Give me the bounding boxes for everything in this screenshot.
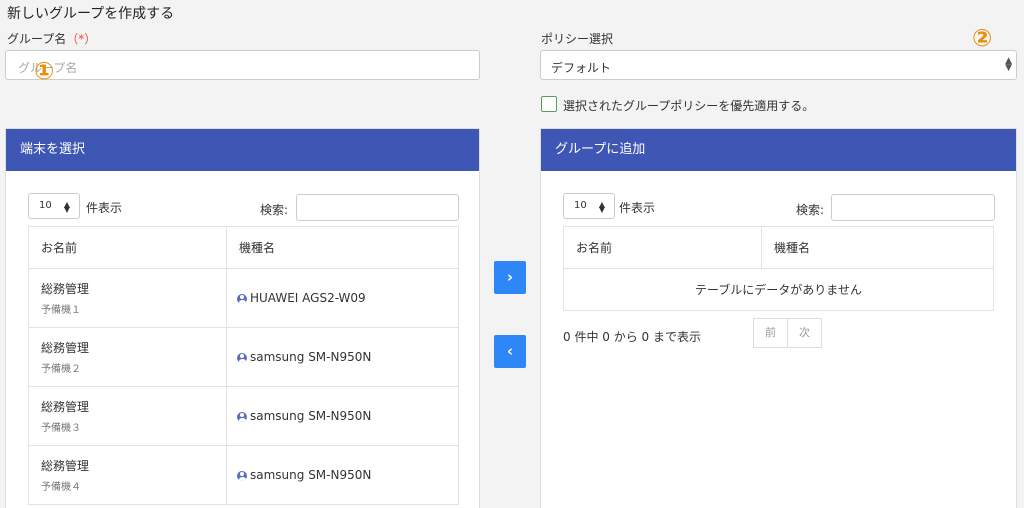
device-name: 総務管理 xyxy=(41,400,90,414)
table-row[interactable]: 総務管理 予備機４ samsung SM-N950N xyxy=(28,445,459,505)
marker-one: ① xyxy=(34,57,55,85)
device-select-panel: 端末を選択 10 ▲ ▼ 件表示 検索: お名前 機種名 総務管理 予備機１ HU… xyxy=(5,128,480,508)
table-row[interactable]: 総務管理 予備機１ HUAWEI AGS2-W09 xyxy=(28,268,459,328)
group-table: お名前 機種名 テーブルにデータがありません xyxy=(563,226,994,311)
column-model-header[interactable]: 機種名 xyxy=(761,226,994,269)
user-icon xyxy=(237,470,247,481)
table-info: 0 件中 0 から 0 まで表示 xyxy=(563,330,701,344)
device-model-cell: HUAWEI AGS2-W09 xyxy=(226,268,459,328)
policy-selected-value: デフォルト xyxy=(551,61,612,75)
left-search-input[interactable] xyxy=(296,194,459,221)
device-sub: 予備機３ xyxy=(41,423,81,434)
priority-checkbox[interactable] xyxy=(541,96,557,112)
next-page-button[interactable]: 次 xyxy=(787,318,822,348)
user-icon xyxy=(237,352,247,363)
right-length-select[interactable]: 10 ▲ ▼ xyxy=(563,193,615,219)
table-header-row: お名前 機種名 xyxy=(563,226,994,269)
device-name-cell: 総務管理 予備機４ xyxy=(28,445,227,505)
remove-from-group-button[interactable]: ‹ xyxy=(494,335,526,368)
policy-select[interactable]: デフォルト ▲ ▼ xyxy=(540,50,1017,80)
group-name-label-text: グループ名 xyxy=(7,32,67,46)
left-search-label: 検索: xyxy=(260,203,289,217)
group-name-input[interactable]: グループ名 xyxy=(5,50,480,80)
column-name-header[interactable]: お名前 xyxy=(563,226,762,269)
user-icon xyxy=(237,411,247,422)
select-arrows-icon: ▲ ▼ xyxy=(63,200,70,214)
device-name: 総務管理 xyxy=(41,459,90,473)
device-name: 総務管理 xyxy=(41,341,90,355)
device-model: HUAWEI AGS2-W09 xyxy=(250,291,366,305)
device-name-cell: 総務管理 予備機１ xyxy=(28,268,227,328)
device-model: samsung SM-N950N xyxy=(250,350,372,364)
right-search-input[interactable] xyxy=(831,194,995,221)
device-sub: 予備機４ xyxy=(41,482,81,493)
column-model-header[interactable]: 機種名 xyxy=(226,226,459,269)
group-add-header: グループに追加 xyxy=(541,129,1016,171)
table-header-row: お名前 機種名 xyxy=(28,226,459,269)
chevron-right-icon: › xyxy=(506,268,514,286)
add-to-group-button[interactable]: › xyxy=(494,261,526,294)
select-arrows-icon: ▲ ▼ xyxy=(598,200,605,214)
right-search-label: 検索: xyxy=(796,203,825,217)
device-model-cell: samsung SM-N950N xyxy=(226,445,459,505)
device-name: 総務管理 xyxy=(41,282,90,296)
select-arrows-icon: ▲ ▼ xyxy=(1005,56,1012,73)
column-name-header[interactable]: お名前 xyxy=(28,226,227,269)
user-icon xyxy=(237,293,247,304)
device-model-cell: samsung SM-N950N xyxy=(226,386,459,446)
left-length-value: 10 xyxy=(39,200,52,211)
device-model: samsung SM-N950N xyxy=(250,468,372,482)
policy-label: ポリシー選択 xyxy=(541,32,614,46)
device-table: お名前 機種名 総務管理 予備機１ HUAWEI AGS2-W09 総務管理 予… xyxy=(28,226,459,505)
group-add-panel: グループに追加 10 ▲ ▼ 件表示 検索: お名前 機種名 テーブルにデータがあ… xyxy=(540,128,1017,508)
left-length-select[interactable]: 10 ▲ ▼ xyxy=(28,193,80,219)
table-row[interactable]: 総務管理 予備機３ samsung SM-N950N xyxy=(28,386,459,446)
device-name-cell: 総務管理 予備機２ xyxy=(28,327,227,387)
marker-two: ② xyxy=(972,24,993,52)
right-length-value: 10 xyxy=(574,200,587,211)
device-sub: 予備機２ xyxy=(41,364,81,375)
empty-message: テーブルにデータがありません xyxy=(563,268,994,311)
page-title: 新しいグループを作成する xyxy=(7,6,175,22)
device-select-header: 端末を選択 xyxy=(6,129,479,171)
device-name-cell: 総務管理 予備機３ xyxy=(28,386,227,446)
required-mark: （*） xyxy=(66,32,97,46)
priority-checkbox-label: 選択されたグループポリシーを優先適用する。 xyxy=(563,99,815,113)
device-model-cell: samsung SM-N950N xyxy=(226,327,459,387)
right-length-label: 件表示 xyxy=(619,201,656,215)
device-model: samsung SM-N950N xyxy=(250,409,372,423)
group-name-label: グループ名（*） xyxy=(7,30,96,47)
empty-row: テーブルにデータがありません xyxy=(563,268,994,311)
device-sub: 予備機１ xyxy=(41,305,81,316)
chevron-left-icon: ‹ xyxy=(506,342,514,360)
left-length-label: 件表示 xyxy=(86,201,123,215)
prev-page-button[interactable]: 前 xyxy=(753,318,788,348)
table-row[interactable]: 総務管理 予備機２ samsung SM-N950N xyxy=(28,327,459,387)
